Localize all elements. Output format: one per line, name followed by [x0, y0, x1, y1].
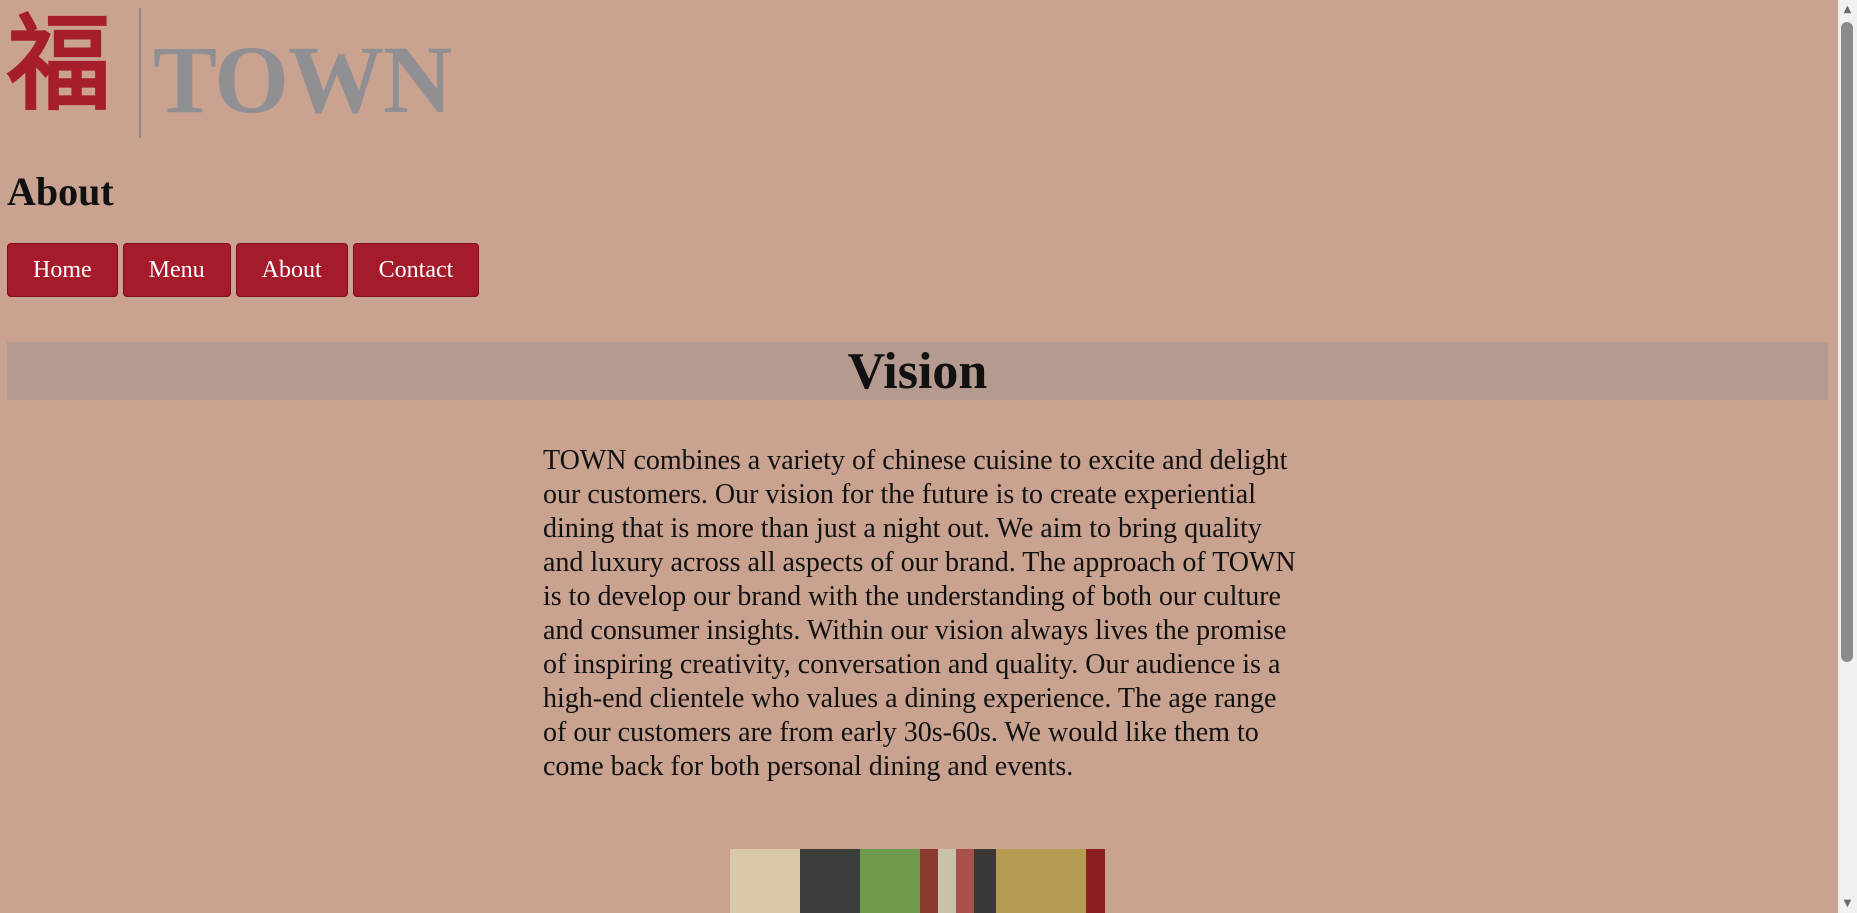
food-photo-red-bowl — [1086, 849, 1105, 913]
food-photo-dark — [974, 849, 996, 913]
main-nav: Home Menu About Contact — [7, 243, 480, 297]
nav-menu-button[interactable]: Menu — [122, 243, 231, 297]
food-photo-dumplings — [730, 849, 800, 913]
nav-home-button[interactable]: Home — [7, 243, 118, 297]
town-logo[interactable]: 福 TOWN — [7, 2, 452, 138]
food-photo-stripe-1 — [920, 849, 938, 913]
page-title: About — [7, 169, 114, 214]
food-photo-slate — [800, 849, 860, 913]
nav-about-button[interactable]: About — [235, 243, 348, 297]
food-photo-basket — [996, 849, 1086, 913]
scroll-up-arrow-icon[interactable]: ▲ — [1838, 0, 1857, 19]
logo-wordmark: TOWN — [153, 26, 452, 133]
scroll-down-arrow-icon[interactable]: ▼ — [1838, 894, 1857, 913]
logo-divider — [139, 8, 141, 138]
vertical-scrollbar[interactable]: ▲ ▼ — [1838, 0, 1857, 913]
food-photo-stripe-2 — [938, 849, 956, 913]
logo-fu-character: 福 — [7, 2, 112, 125]
scroll-thumb[interactable] — [1841, 22, 1853, 662]
page: 福 TOWN About Home Menu About Contact Vis… — [0, 0, 1838, 913]
food-photo — [730, 849, 1105, 913]
food-photo-greens — [860, 849, 920, 913]
food-photo-stripe-3 — [956, 849, 974, 913]
vision-paragraph: TOWN combines a variety of chinese cuisi… — [543, 445, 1296, 782]
nav-contact-button[interactable]: Contact — [352, 243, 480, 297]
vision-title: Vision — [847, 342, 988, 400]
vision-header-bar: Vision — [7, 342, 1828, 400]
